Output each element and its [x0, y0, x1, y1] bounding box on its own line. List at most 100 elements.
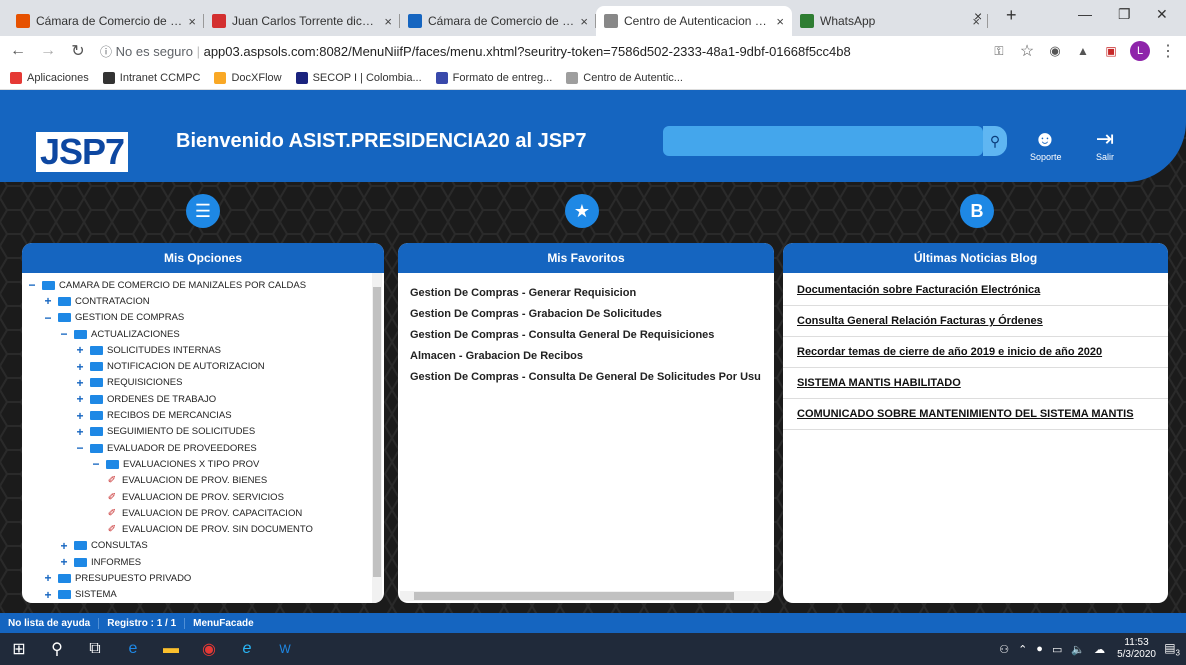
- star-icon[interactable]: ★: [565, 194, 599, 228]
- blog-icon[interactable]: B: [960, 194, 994, 228]
- favorite-link[interactable]: Gestion De Compras - Generar Requisicion: [398, 283, 774, 304]
- tree-node[interactable]: + ORDENES DE TRABAJO: [22, 391, 370, 407]
- bookmark-item[interactable]: Centro de Autentic...: [566, 71, 683, 84]
- expand-icon[interactable]: +: [74, 392, 86, 406]
- reload-icon[interactable]: ↻: [66, 41, 90, 61]
- onedrive-icon[interactable]: ☁: [1094, 643, 1105, 656]
- expand-icon[interactable]: +: [74, 343, 86, 357]
- tab-close-icon[interactable]: ×: [580, 14, 588, 29]
- bookmark-star-icon[interactable]: ☆: [1016, 41, 1038, 61]
- collapse-icon[interactable]: −: [74, 441, 86, 455]
- favorites-scrollbar[interactable]: [400, 591, 772, 601]
- url-text[interactable]: app03.aspsols.com:8082/MenuNiifP/faces/m…: [204, 44, 851, 59]
- collapse-icon[interactable]: −: [90, 457, 102, 471]
- favorite-link[interactable]: Gestion De Compras - Grabacion De Solici…: [398, 304, 774, 325]
- network-icon[interactable]: ▭: [1052, 643, 1062, 656]
- info-icon[interactable]: ⓘ: [100, 45, 112, 59]
- people-icon[interactable]: ⚇: [999, 643, 1009, 656]
- expand-icon[interactable]: +: [42, 294, 54, 308]
- tree-node[interactable]: + SOLICITUDES INTERNAS: [22, 342, 370, 358]
- bookmark-item[interactable]: Formato de entreg...: [435, 71, 552, 84]
- expand-icon[interactable]: +: [58, 539, 70, 553]
- restore-icon[interactable]: ❐: [1118, 6, 1131, 23]
- tree-node[interactable]: + NOTIFICACION DE AUTORIZACION: [22, 358, 370, 374]
- news-link[interactable]: Documentación sobre Facturación Electrón…: [783, 275, 1168, 306]
- tree-node[interactable]: − GESTION DE COMPRAS: [22, 310, 370, 326]
- pdf-icon[interactable]: ▣: [1100, 44, 1122, 58]
- tree-node[interactable]: − ACTUALIZACIONES: [22, 326, 370, 342]
- search-icon[interactable]: ⚲: [38, 639, 76, 659]
- tab-search-close-icon[interactable]: ×: [974, 8, 982, 24]
- favorite-link[interactable]: Almacen - Grabacion De Recibos: [398, 346, 774, 367]
- expand-icon[interactable]: +: [74, 425, 86, 439]
- browser-tab[interactable]: WhatsApp ×: [792, 6, 988, 36]
- tree-node[interactable]: ✐ EVALUACION DE PROV. SIN DOCUMENTO: [22, 521, 370, 537]
- tab-close-icon[interactable]: ×: [188, 14, 196, 29]
- expand-icon[interactable]: +: [42, 571, 54, 585]
- support-button[interactable]: ☻ Soporte: [1030, 126, 1062, 162]
- close-window-icon[interactable]: ✕: [1156, 6, 1168, 23]
- clock[interactable]: 11:53 5/3/2020: [1117, 637, 1156, 661]
- tree-node[interactable]: + SEGUIMIENTO DE SOLICITUDES: [22, 424, 370, 440]
- browser-tab[interactable]: Centro de Autenticacion JSP7 ×: [596, 6, 792, 36]
- list-icon[interactable]: ☰: [186, 194, 220, 228]
- expand-icon[interactable]: +: [74, 376, 86, 390]
- chevron-up-icon[interactable]: ⌃: [1018, 643, 1027, 656]
- news-link[interactable]: SISTEMA MANTIS HABILITADO: [783, 368, 1168, 399]
- ie-icon[interactable]: e: [228, 640, 266, 658]
- tree-node[interactable]: + CONSULTAS: [22, 538, 370, 554]
- bookmark-item[interactable]: DocXFlow: [214, 71, 282, 84]
- tab-close-icon[interactable]: ×: [384, 14, 392, 29]
- notifications-icon[interactable]: ▤3: [1164, 641, 1180, 657]
- url-field[interactable]: ⓘ No es seguro | app03.aspsols.com:8082/…: [100, 43, 982, 60]
- key-icon[interactable]: ⚿: [988, 44, 1010, 59]
- options-scrollbar[interactable]: [372, 273, 382, 603]
- drive-icon[interactable]: ▲: [1072, 44, 1094, 58]
- minimize-icon[interactable]: —: [1078, 6, 1092, 22]
- file-explorer-icon[interactable]: ▬: [152, 640, 190, 658]
- menu-dots-icon[interactable]: ⋮: [1156, 41, 1180, 61]
- extension-icon[interactable]: ◉: [1044, 43, 1066, 59]
- collapse-icon[interactable]: −: [26, 278, 38, 292]
- task-view-icon[interactable]: ⧉: [76, 640, 114, 658]
- tree-node[interactable]: + SISTEMA: [22, 587, 370, 603]
- bookmark-item[interactable]: Intranet CCMPC: [102, 71, 200, 84]
- tree-node[interactable]: − EVALUACIONES X TIPO PROV: [22, 456, 370, 472]
- expand-icon[interactable]: +: [74, 409, 86, 423]
- favorite-link[interactable]: Gestion De Compras - Consulta General De…: [398, 325, 774, 346]
- collapse-icon[interactable]: −: [42, 311, 54, 325]
- back-icon[interactable]: ←: [6, 42, 30, 60]
- tree-node[interactable]: + REQUISICIONES: [22, 375, 370, 391]
- volume-muted-icon[interactable]: 🔈: [1071, 643, 1085, 656]
- windows-start-icon[interactable]: ⊞: [0, 639, 38, 659]
- bookmark-item[interactable]: SECOP I | Colombia...: [295, 71, 422, 84]
- tree-node[interactable]: − CAMARA DE COMERCIO DE MANIZALES POR CAL…: [22, 277, 370, 293]
- expand-icon[interactable]: +: [74, 360, 86, 374]
- expand-icon[interactable]: +: [58, 555, 70, 569]
- news-link[interactable]: Recordar temas de cierre de año 2019 e i…: [783, 337, 1168, 368]
- tree-node[interactable]: + CONTRATACION: [22, 293, 370, 309]
- tree-node[interactable]: + RECIBOS DE MERCANCIAS: [22, 407, 370, 423]
- edge-icon[interactable]: e: [114, 640, 152, 658]
- forward-icon[interactable]: →: [36, 42, 60, 60]
- collapse-icon[interactable]: −: [58, 327, 70, 341]
- tree-node[interactable]: − EVALUADOR DE PROVEEDORES: [22, 440, 370, 456]
- tree-node[interactable]: ✐ EVALUACION DE PROV. CAPACITACION: [22, 505, 370, 521]
- scrollbar-thumb[interactable]: [414, 592, 734, 600]
- browser-tab[interactable]: Cámara de Comercio de Maniz ×: [8, 6, 204, 36]
- search-input[interactable]: [663, 126, 983, 156]
- tree-node[interactable]: ✐ EVALUACION DE PROV. SERVICIOS: [22, 489, 370, 505]
- scrollbar-thumb[interactable]: [373, 287, 381, 577]
- app-tray-icon[interactable]: ●: [1036, 643, 1043, 655]
- news-link[interactable]: COMUNICADO SOBRE MANTENIMIENTO DEL SISTE…: [783, 399, 1168, 430]
- browser-tab[interactable]: Juan Carlos Torrente dice que... ×: [204, 6, 400, 36]
- profile-avatar[interactable]: L: [1130, 41, 1150, 61]
- browser-tab[interactable]: Cámara de Comercio de Maniz ×: [400, 6, 596, 36]
- word-icon[interactable]: W: [266, 642, 304, 656]
- exit-button[interactable]: ⇥ Salir: [1090, 126, 1120, 162]
- favorite-link[interactable]: Gestion De Compras - Consulta De General…: [398, 367, 774, 388]
- news-link[interactable]: Consulta General Relación Facturas y Órd…: [783, 306, 1168, 337]
- bookmark-item[interactable]: Aplicaciones: [10, 71, 89, 84]
- new-tab-button[interactable]: +: [1006, 5, 1017, 26]
- chrome-icon[interactable]: ◉: [190, 639, 228, 659]
